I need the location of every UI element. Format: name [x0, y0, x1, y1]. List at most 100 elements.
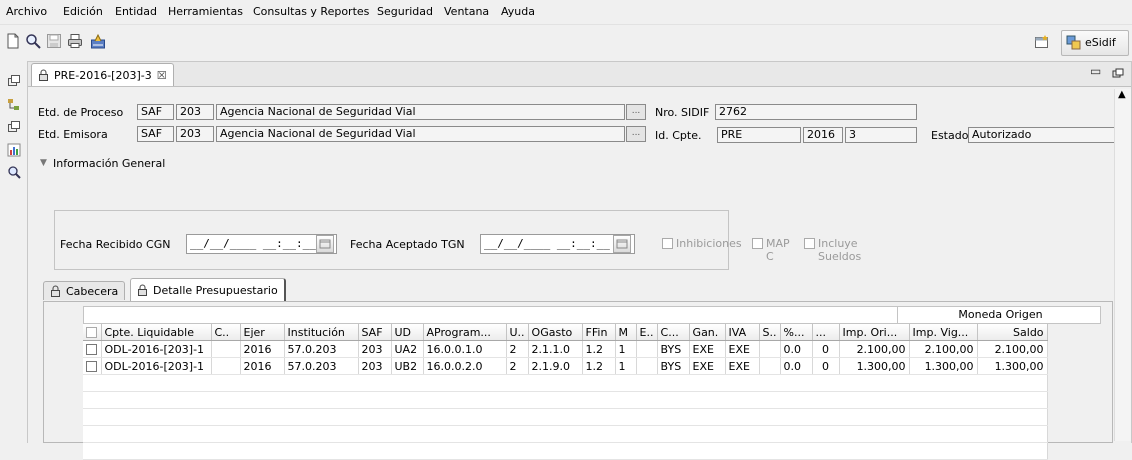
- row-select-cell[interactable]: [83, 340, 102, 358]
- open-perspective-icon[interactable]: [1034, 34, 1050, 50]
- etd-emisora-code-field[interactable]: 203: [176, 126, 214, 142]
- select-all-checkbox[interactable]: [86, 326, 97, 338]
- menu-seguridad[interactable]: Seguridad: [377, 5, 433, 18]
- menu-ventana[interactable]: Ventana: [444, 5, 489, 18]
- col-header[interactable]: Institución: [284, 324, 359, 341]
- col-header[interactable]: E..: [636, 324, 658, 341]
- col-header[interactable]: OGasto: [528, 324, 583, 341]
- cell[interactable]: ODL-2016-[203]-1: [101, 340, 212, 358]
- collapse-arrow-icon[interactable]: ▼: [40, 158, 47, 168]
- cell[interactable]: 1.300,00: [839, 357, 910, 375]
- etd-emisora-saf-field[interactable]: SAF: [137, 126, 174, 142]
- cell[interactable]: UB2: [391, 357, 424, 375]
- inhibiciones-checkbox[interactable]: [662, 238, 673, 249]
- chart-view-icon[interactable]: [7, 143, 21, 157]
- col-header[interactable]: S..: [759, 324, 781, 341]
- cell[interactable]: 2: [506, 357, 529, 375]
- cell[interactable]: [636, 357, 658, 375]
- col-header[interactable]: Ejer: [240, 324, 285, 341]
- restore-icon-2[interactable]: [7, 120, 21, 134]
- estado-field[interactable]: Autorizado: [968, 127, 1114, 143]
- cell[interactable]: UA2: [391, 340, 424, 358]
- col-header[interactable]: C...: [657, 324, 690, 341]
- cell[interactable]: 1: [615, 340, 637, 358]
- menu-entidad[interactable]: Entidad: [115, 5, 157, 18]
- nro-sidif-field[interactable]: 2762: [715, 104, 917, 120]
- col-header[interactable]: Imp. Vig...: [909, 324, 978, 341]
- cell[interactable]: 2016: [240, 340, 285, 358]
- cell[interactable]: 1.300,00: [909, 357, 978, 375]
- tab-cabecera[interactable]: Cabecera: [43, 281, 126, 300]
- info-general-toggle[interactable]: Información General: [53, 157, 165, 170]
- cell[interactable]: EXE: [689, 357, 726, 375]
- export-icon[interactable]: [89, 32, 107, 50]
- id-cpte-number-field[interactable]: 3: [845, 127, 917, 143]
- cell[interactable]: [759, 357, 781, 375]
- hierarchy-view-icon[interactable]: [7, 98, 21, 112]
- col-header[interactable]: AProgram...: [423, 324, 507, 341]
- cell[interactable]: 2.100,00: [909, 340, 978, 358]
- cell[interactable]: [211, 357, 241, 375]
- menu-herramientas[interactable]: Herramientas: [168, 5, 243, 18]
- menu-consultas-reportes[interactable]: Consultas y Reportes: [253, 5, 369, 18]
- cell[interactable]: [759, 340, 781, 358]
- tab-detalle-presupuestario[interactable]: Detalle Presupuestario: [130, 278, 286, 301]
- calendar-button-aceptado[interactable]: [613, 235, 631, 253]
- cell[interactable]: [211, 340, 241, 358]
- menu-ayuda[interactable]: Ayuda: [501, 5, 535, 18]
- cell[interactable]: 203: [358, 340, 392, 358]
- col-header[interactable]: UD: [391, 324, 424, 341]
- cell[interactable]: 1.2: [582, 340, 616, 358]
- cell[interactable]: 16.0.0.2.0: [423, 357, 507, 375]
- select-all-cell[interactable]: [83, 324, 102, 341]
- restore-icon[interactable]: [7, 74, 21, 88]
- table-row[interactable]: ODL-2016-[203]-1 2016 57.0.203 203 UA2 1…: [83, 340, 1048, 358]
- table-row[interactable]: ODL-2016-[203]-1 2016 57.0.203 203 UB2 1…: [83, 357, 1048, 375]
- search-icon[interactable]: [24, 32, 42, 50]
- cell[interactable]: BYS: [657, 340, 690, 358]
- id-cpte-year-field[interactable]: 2016: [803, 127, 843, 143]
- cell[interactable]: EXE: [725, 357, 760, 375]
- col-header[interactable]: IVA: [725, 324, 760, 341]
- perspective-esidif-button[interactable]: eSidif: [1061, 30, 1129, 56]
- col-header[interactable]: Cpte. Liquidable: [101, 324, 212, 341]
- cell[interactable]: 0: [812, 357, 840, 375]
- row-checkbox[interactable]: [86, 360, 97, 372]
- print-icon[interactable]: [66, 32, 84, 50]
- col-header[interactable]: Saldo: [977, 324, 1048, 341]
- editor-tab[interactable]: PRE-2016-[203]-3 ☒: [31, 63, 174, 86]
- menu-edicion[interactable]: Edición: [63, 5, 103, 18]
- new-document-icon[interactable]: [4, 32, 22, 50]
- cell[interactable]: [636, 340, 658, 358]
- col-header[interactable]: %...: [780, 324, 813, 341]
- cell[interactable]: 2.100,00: [977, 340, 1048, 358]
- cell[interactable]: 16.0.0.1.0: [423, 340, 507, 358]
- row-select-cell[interactable]: [83, 357, 102, 375]
- cell[interactable]: 0: [812, 340, 840, 358]
- id-cpte-type-field[interactable]: PRE: [717, 127, 801, 143]
- fecha-aceptado-field[interactable]: __/__/____ __:__:__: [480, 234, 635, 254]
- etd-proceso-name-field[interactable]: Agencia Nacional de Seguridad Vial: [216, 104, 625, 120]
- col-header[interactable]: FFin: [582, 324, 616, 341]
- cell[interactable]: 2.1.1.0: [528, 340, 583, 358]
- col-header[interactable]: ...: [812, 324, 840, 341]
- scroll-up-icon[interactable]: ▲: [1118, 89, 1126, 100]
- etd-proceso-saf-field[interactable]: SAF: [137, 104, 174, 120]
- col-header[interactable]: Gan.: [689, 324, 726, 341]
- fecha-recibido-field[interactable]: __/__/____ __:__:__: [186, 234, 337, 254]
- col-header[interactable]: Imp. Ori...: [839, 324, 910, 341]
- cell[interactable]: 0.0: [780, 340, 813, 358]
- etd-emisora-lookup-button[interactable]: ...: [626, 126, 646, 142]
- map-c-checkbox[interactable]: [752, 238, 763, 249]
- vertical-scrollbar[interactable]: ▲: [1114, 89, 1131, 441]
- cell[interactable]: EXE: [689, 340, 726, 358]
- row-checkbox[interactable]: [86, 343, 97, 355]
- cell[interactable]: EXE: [725, 340, 760, 358]
- cell[interactable]: 1.2: [582, 357, 616, 375]
- close-icon[interactable]: ☒: [157, 69, 167, 82]
- minimize-icon[interactable]: ▭: [1090, 64, 1101, 78]
- etd-proceso-code-field[interactable]: 203: [176, 104, 214, 120]
- search-view-icon[interactable]: [7, 165, 21, 179]
- save-icon[interactable]: [45, 32, 63, 50]
- menu-archivo[interactable]: Archivo: [6, 5, 47, 18]
